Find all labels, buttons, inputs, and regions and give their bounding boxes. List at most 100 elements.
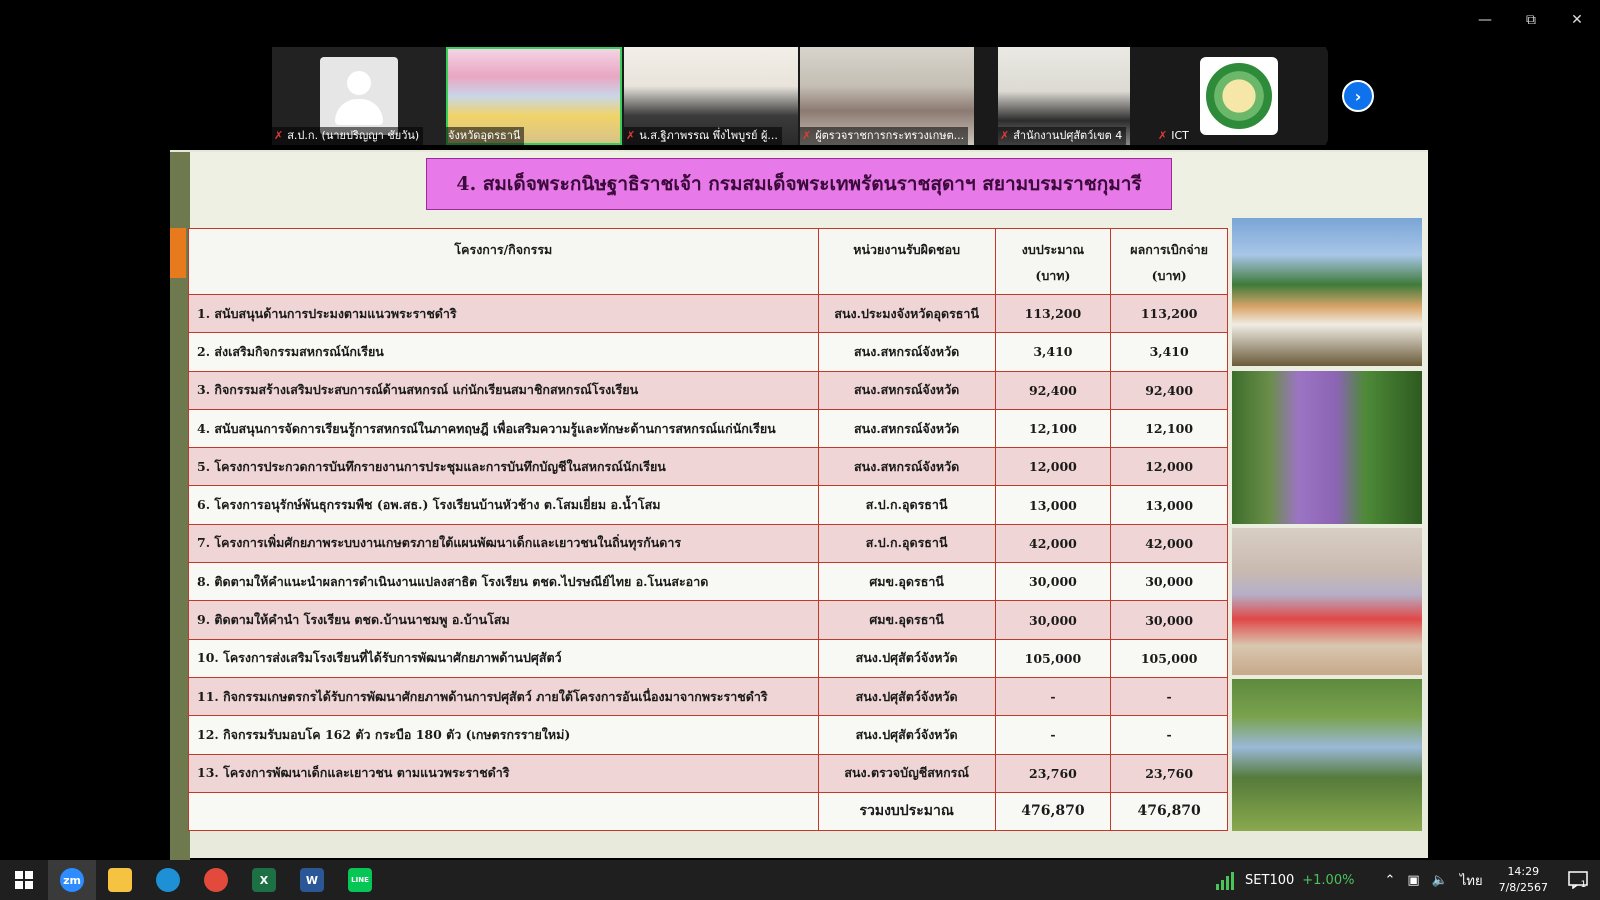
cell-spent: 113,200 <box>1110 293 1228 334</box>
table-row: 1. สนับสนุนด้านการประมงตามแนวพระราชดำริส… <box>188 293 1228 334</box>
table-row: 3. กิจกรรมสร้างเสริมประสบการณ์ด้านสหกรณ์… <box>188 370 1228 410</box>
file-explorer-icon <box>108 868 132 892</box>
line-icon: LINE <box>348 868 372 892</box>
table-row: 8. ติดตามให้คำแนะนำผลการดำเนินงานแปลงสาธ… <box>188 562 1228 602</box>
cell-budget: 105,000 <box>994 638 1112 678</box>
set-index-change[interactable]: +1.00% <box>1302 873 1354 888</box>
total-label: รวมงบประมาณ <box>817 791 996 831</box>
cell-project: 11. กิจกรรมเกษตรกรได้รับการพัฒนาศักยภาพด… <box>188 676 819 717</box>
cell-spent: 23,760 <box>1110 753 1228 793</box>
mic-muted-icon: ✗ <box>1158 129 1168 142</box>
taskbar-app-excel[interactable]: X <box>240 860 288 900</box>
cell-agency: สนง.ปศุสัตว์จังหวัด <box>817 638 996 678</box>
cell-spent: 42,000 <box>1110 523 1228 564</box>
taskbar-app-file-explorer[interactable] <box>96 860 144 900</box>
participant-tile-active-speaker[interactable]: จังหวัดอุดรธานี <box>446 47 622 145</box>
total-row: รวมงบประมาณ 476,870 476,870 <box>188 791 1228 831</box>
volume-icon[interactable]: 🔈 <box>1432 873 1448 888</box>
cell-project: 8. ติดตามให้คำแนะนำผลการดำเนินงานแปลงสาธ… <box>188 562 819 602</box>
start-button[interactable] <box>0 860 48 900</box>
participant-name: จังหวัดอุดรธานี <box>448 129 521 142</box>
activity-photo <box>1232 679 1422 831</box>
close-icon[interactable]: ✕ <box>1554 6 1600 34</box>
cell-agency: สนง.สหกรณ์จังหวัด <box>817 370 996 410</box>
header-agency: หน่วยงานรับผิดชอบ <box>817 228 996 295</box>
excel-icon: X <box>252 868 276 892</box>
minimize-icon[interactable]: — <box>1462 6 1508 34</box>
table-row: 6. โครงการอนุรักษ์พันธุกรรมพืช (อพ.สธ.) … <box>188 485 1228 525</box>
cell-spent: 30,000 <box>1110 600 1228 640</box>
participant-tile[interactable]: ✗ ส.ป.ก. (นายปริญญา ชัยวัน) <box>272 47 446 145</box>
cell-budget: 23,760 <box>994 753 1112 793</box>
network-icon[interactable]: ▣ <box>1407 873 1419 888</box>
set-index-label[interactable]: SET100 <box>1245 873 1294 888</box>
cell-agency: สนง.ปศุสัตว์จังหวัด <box>817 715 996 755</box>
restore-icon[interactable]: ⧉ <box>1508 6 1554 34</box>
cell-project: 7. โครงการเพิ่มศักยภาพระบบงานเกษตรภายใต้… <box>188 523 819 564</box>
participant-tile[interactable]: ✗ ผู้ตรวจราชการกระทรวงเกษต... <box>800 47 974 145</box>
taskbar-app-zoom[interactable]: zm <box>48 860 96 900</box>
mic-muted-icon: ✗ <box>626 129 636 142</box>
cell-budget: - <box>994 676 1112 717</box>
cell-budget: 3,410 <box>994 332 1112 372</box>
participant-name: สำนักงานปศุสัตว์เขต 4 <box>1013 129 1123 142</box>
participant-tile[interactable]: ✗ น.ส.ฐิภาพรรณ พึ่งไพบูรย์ ผู้... <box>624 47 798 145</box>
header-spent: ผลการเบิกจ่าย (บาท) <box>1110 228 1228 295</box>
cell-project: 2. ส่งเสริมกิจกรรมสหกรณ์นักเรียน <box>188 332 819 372</box>
cell-project: 4. สนับสนุนการจัดการเรียนรู้การสหกรณ์ในภ… <box>188 408 819 449</box>
cell-budget: 30,000 <box>994 600 1112 640</box>
cell-budget: 12,100 <box>994 408 1112 449</box>
cell-spent: - <box>1110 676 1228 717</box>
input-language[interactable]: ไทย <box>1460 870 1483 891</box>
mic-muted-icon: ✗ <box>274 129 284 142</box>
cell-spent: 12,000 <box>1110 447 1228 487</box>
cell-agency: สนง.สหกรณ์จังหวัด <box>817 447 996 487</box>
taskbar-app-chrome[interactable] <box>192 860 240 900</box>
notification-center-icon[interactable]: 1 <box>1562 865 1592 895</box>
participant-tile[interactable]: ✗ สำนักงานปศุสัตว์เขต 4 <box>998 47 1130 145</box>
cell-budget: 92,400 <box>994 370 1112 410</box>
cell-project: 12. กิจกรรมรับมอบโค 162 ตัว กระบือ 180 ต… <box>188 715 819 755</box>
participant-name: น.ส.ฐิภาพรรณ พึ่งไพบูรย์ ผู้... <box>639 129 778 142</box>
table-header-row: โครงการ/กิจกรรม หน่วยงานรับผิดชอบ งบประม… <box>188 228 1228 295</box>
cell-budget: 12,000 <box>994 447 1112 487</box>
cell-project: 3. กิจกรรมสร้างเสริมประสบการณ์ด้านสหกรณ์… <box>188 370 819 410</box>
taskbar-app-line[interactable]: LINE <box>336 860 384 900</box>
cell-agency: ส.ป.ก.อุดรธานี <box>817 523 996 564</box>
cell-agency: ศมข.อุดรธานี <box>817 600 996 640</box>
participant-name: ผู้ตรวจราชการกระทรวงเกษต... <box>815 129 965 142</box>
cell-agency: สนง.ตรวจบัญชีสหกรณ์ <box>817 753 996 793</box>
taskbar-app-word[interactable]: W <box>288 860 336 900</box>
activity-photo <box>1232 371 1422 524</box>
cell-spent: - <box>1110 715 1228 755</box>
shared-screen-slide: 4. สมเด็จพระกนิษฐาธิราชเจ้า กรมสมเด็จพระ… <box>170 150 1428 860</box>
participant-name: ส.ป.ก. (นายปริญญา ชัยวัน) <box>287 129 420 142</box>
cell-spent: 3,410 <box>1110 332 1228 372</box>
clock-time: 14:29 <box>1507 865 1540 878</box>
windows-taskbar: zm X W LINE SET100 +1.00% ⌃ ▣ 🔈 ไทย 14:29 7… <box>0 860 1600 900</box>
edge-icon <box>156 868 180 892</box>
cell-agency: สนง.สหกรณ์จังหวัด <box>817 408 996 449</box>
chevron-up-icon[interactable]: ⌃ <box>1384 873 1395 888</box>
cell-budget: 42,000 <box>994 523 1112 564</box>
participant-tile[interactable]: ✗ ICT <box>1130 47 1326 145</box>
table-row: 12. กิจกรรมรับมอบโค 162 ตัว กระบือ 180 ต… <box>188 715 1228 755</box>
cell-spent: 92,400 <box>1110 370 1228 410</box>
total-spent: 476,870 <box>1110 791 1228 831</box>
table-row: 11. กิจกรรมเกษตรกรได้รับการพัฒนาศักยภาพด… <box>188 676 1228 717</box>
cell-budget: - <box>994 715 1112 755</box>
cell-agency: สนง.ประมงจังหวัดอุดรธานี <box>817 293 996 334</box>
table-row: 10. โครงการส่งเสริมโรงเรียนที่ได้รับการพ… <box>188 638 1228 678</box>
taskbar-app-edge[interactable] <box>144 860 192 900</box>
activity-photo <box>1232 528 1422 675</box>
cell-project: 13. โครงการพัฒนาเด็กและเยาวชน ตามแนวพระร… <box>188 753 819 793</box>
cell-agency: ส.ป.ก.อุดรธานี <box>817 485 996 525</box>
participant-name: ICT <box>1171 129 1189 142</box>
avatar <box>320 57 398 135</box>
cell-project: 9. ติดตามให้คำนำ โรงเรียน ตชด.บ้านนาชมพู… <box>188 600 819 640</box>
clock[interactable]: 14:29 7/8/2567 <box>1499 864 1548 896</box>
header-budget: งบประมาณ (บาท) <box>994 228 1112 295</box>
table-row: 5. โครงการประกวดการบันทึกรายงานการประชุม… <box>188 447 1228 487</box>
next-page-arrow-icon[interactable]: › <box>1342 80 1374 112</box>
mic-muted-icon: ✗ <box>802 129 812 142</box>
